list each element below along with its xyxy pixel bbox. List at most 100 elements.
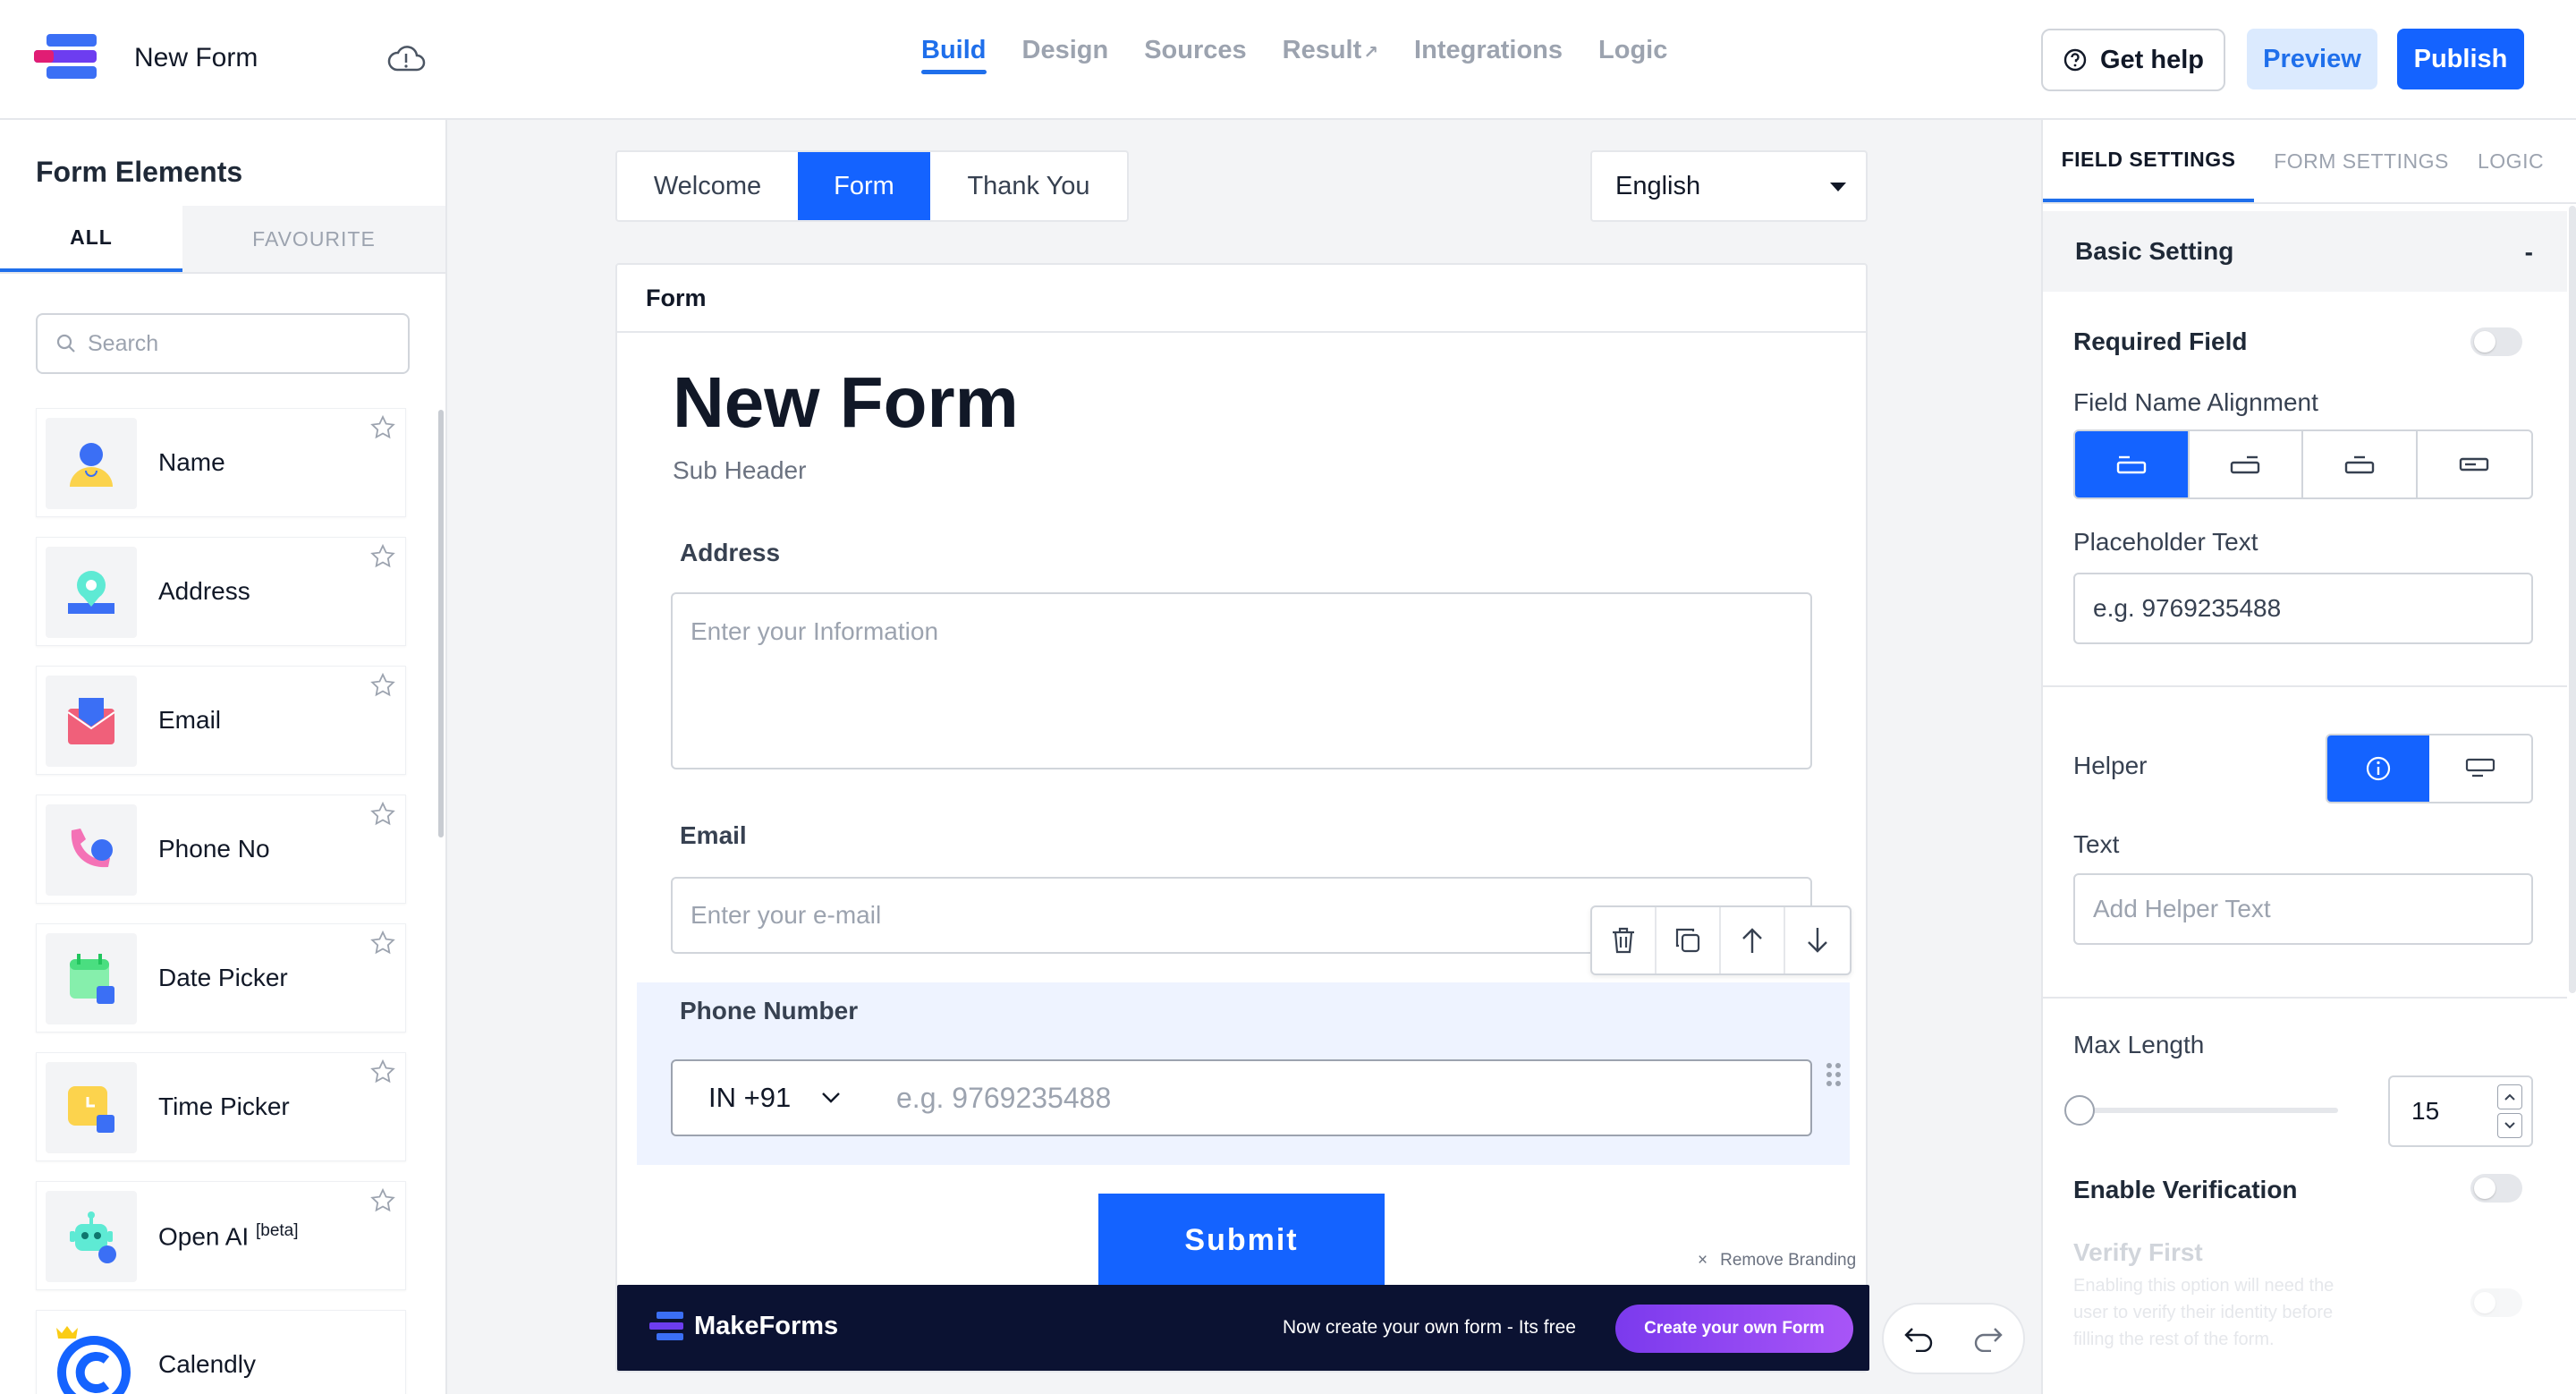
preview-button[interactable]: Preview	[2247, 29, 2377, 89]
nav-build[interactable]: Build	[921, 36, 987, 74]
align-inline-button[interactable]	[2418, 431, 2532, 497]
tab-field-settings[interactable]: FIELD SETTINGS	[2043, 120, 2254, 202]
enable-verification-label: Enable Verification	[2073, 1176, 2298, 1203]
required-field-toggle[interactable]	[2470, 327, 2522, 356]
align-top-center-button[interactable]	[2303, 431, 2418, 497]
phone-field-block[interactable]: Phone Number IN +91 e.g. 9769235488	[637, 982, 1850, 1165]
star-icon[interactable]	[369, 543, 396, 570]
element-calendly[interactable]: Calendly	[36, 1310, 406, 1394]
star-icon[interactable]	[369, 672, 396, 699]
chevron-up-icon	[2504, 1093, 2515, 1101]
tab-all[interactable]: ALL	[0, 206, 182, 272]
star-icon[interactable]	[369, 930, 396, 956]
helper-tooltip-button[interactable]	[2327, 735, 2429, 802]
get-help-label: Get help	[2099, 45, 2204, 74]
max-length-slider-handle[interactable]	[2064, 1095, 2095, 1126]
undo-icon[interactable]	[1903, 1325, 1934, 1352]
banner-text: Now create your own form - Its free	[1283, 1317, 1576, 1338]
required-field-label: Required Field	[2073, 327, 2248, 355]
nav-design[interactable]: Design	[1022, 36, 1109, 74]
undo-redo-group	[1882, 1303, 2025, 1374]
placeholder-text-input[interactable]: e.g. 9769235488	[2073, 573, 2533, 644]
redo-icon[interactable]	[1973, 1325, 2004, 1352]
tab-logic[interactable]: LOGIC	[2469, 120, 2576, 202]
star-icon[interactable]	[369, 1187, 396, 1214]
element-label: Open AI [beta]	[158, 1221, 299, 1251]
element-date-picker[interactable]: Date Picker	[36, 923, 406, 1033]
form-sub-header[interactable]: Sub Header	[673, 456, 806, 485]
form-title[interactable]: New Form	[134, 43, 258, 73]
element-address[interactable]: Address	[36, 537, 406, 646]
nav-result-label: Result	[1282, 36, 1362, 64]
align-top-center-icon	[2344, 455, 2374, 474]
decrement-button[interactable]	[2497, 1113, 2522, 1138]
phone-placeholder: e.g. 9769235488	[896, 1081, 1112, 1114]
element-label: Phone No	[158, 835, 270, 863]
form-card-title: Form	[617, 265, 1866, 333]
element-email[interactable]: Email	[36, 666, 406, 775]
search-placeholder: Search	[88, 330, 159, 356]
language-value: English	[1615, 171, 1701, 200]
element-open-ai[interactable]: Open AI [beta]	[36, 1181, 406, 1290]
align-inline-icon	[2460, 457, 2489, 472]
placeholder-text-label: Placeholder Text	[2073, 528, 2258, 556]
makeforms-logo-icon	[649, 1312, 683, 1340]
nav-result[interactable]: Result ↗	[1283, 36, 1378, 74]
align-top-right-icon	[2231, 455, 2260, 474]
country-code-select[interactable]: IN +91	[673, 1082, 878, 1114]
settings-panel: FIELD SETTINGS FORM SETTINGS LOGIC Basic…	[2041, 120, 2576, 1394]
nav-integrations[interactable]: Integrations	[1414, 36, 1563, 74]
nav-logic[interactable]: Logic	[1598, 36, 1667, 74]
max-length-stepper[interactable]: 15	[2388, 1075, 2533, 1147]
get-help-button[interactable]: Get help	[2041, 29, 2225, 91]
star-icon[interactable]	[369, 801, 396, 828]
calendar-icon	[46, 933, 137, 1024]
submit-button[interactable]: Submit	[1098, 1194, 1385, 1287]
verify-first-toggle[interactable]	[2470, 1288, 2522, 1317]
tab-welcome[interactable]: Welcome	[617, 152, 798, 220]
drag-handle-icon[interactable]	[1825, 1061, 1843, 1088]
divider	[2043, 997, 2567, 999]
location-icon	[46, 547, 137, 638]
cloud-save-icon[interactable]	[386, 41, 426, 77]
max-length-slider-track[interactable]	[2073, 1108, 2338, 1113]
helper-text-input[interactable]: Add Helper Text	[2073, 873, 2533, 945]
phone-input[interactable]: IN +91 e.g. 9769235488	[671, 1059, 1812, 1136]
field-toolbar	[1590, 905, 1852, 975]
delete-button[interactable]	[1592, 907, 1657, 973]
duplicate-button[interactable]	[1657, 907, 1721, 973]
top-bar: New Form Build Design Sources Result ↗ In…	[0, 0, 2576, 120]
form-heading[interactable]: New Form	[673, 361, 1019, 444]
basic-setting-header[interactable]: Basic Setting -	[2043, 211, 2567, 292]
move-down-button[interactable]	[1785, 907, 1850, 973]
tab-thank-you[interactable]: Thank You	[930, 152, 1127, 220]
sidebar-scrollbar[interactable]	[438, 410, 444, 837]
publish-button[interactable]: Publish	[2397, 29, 2524, 89]
collapse-icon[interactable]: -	[2525, 238, 2533, 267]
settings-scrollbar[interactable]	[2569, 206, 2576, 993]
address-textarea[interactable]: Enter your Information	[671, 592, 1812, 769]
create-form-button[interactable]: Create your own Form	[1615, 1305, 1853, 1353]
element-phone[interactable]: Phone No	[36, 795, 406, 904]
enable-verification-toggle[interactable]	[2470, 1174, 2522, 1203]
language-select[interactable]: English	[1590, 150, 1868, 222]
makeforms-logo-icon[interactable]	[34, 34, 100, 84]
tab-favourite[interactable]: FAVOURITE	[182, 206, 445, 272]
form-elements-title: Form Elements	[36, 156, 243, 188]
move-up-button[interactable]	[1721, 907, 1785, 973]
align-top-right-button[interactable]	[2190, 431, 2303, 497]
element-name[interactable]: Name	[36, 408, 406, 517]
stepper-buttons	[2497, 1084, 2522, 1138]
star-icon[interactable]	[369, 1058, 396, 1085]
star-icon[interactable]	[369, 414, 396, 441]
tab-form-settings[interactable]: FORM SETTINGS	[2254, 120, 2469, 202]
element-time-picker[interactable]: Time Picker	[36, 1052, 406, 1161]
increment-button[interactable]	[2497, 1084, 2522, 1109]
envelope-icon	[46, 676, 137, 767]
tab-form[interactable]: Form	[798, 152, 930, 220]
remove-branding-link[interactable]: × Remove Branding	[1698, 1251, 1856, 1271]
nav-sources[interactable]: Sources	[1144, 36, 1246, 74]
helper-text-button[interactable]	[2429, 735, 2531, 802]
element-search-input[interactable]: Search	[36, 313, 410, 374]
align-top-left-button[interactable]	[2075, 431, 2190, 497]
